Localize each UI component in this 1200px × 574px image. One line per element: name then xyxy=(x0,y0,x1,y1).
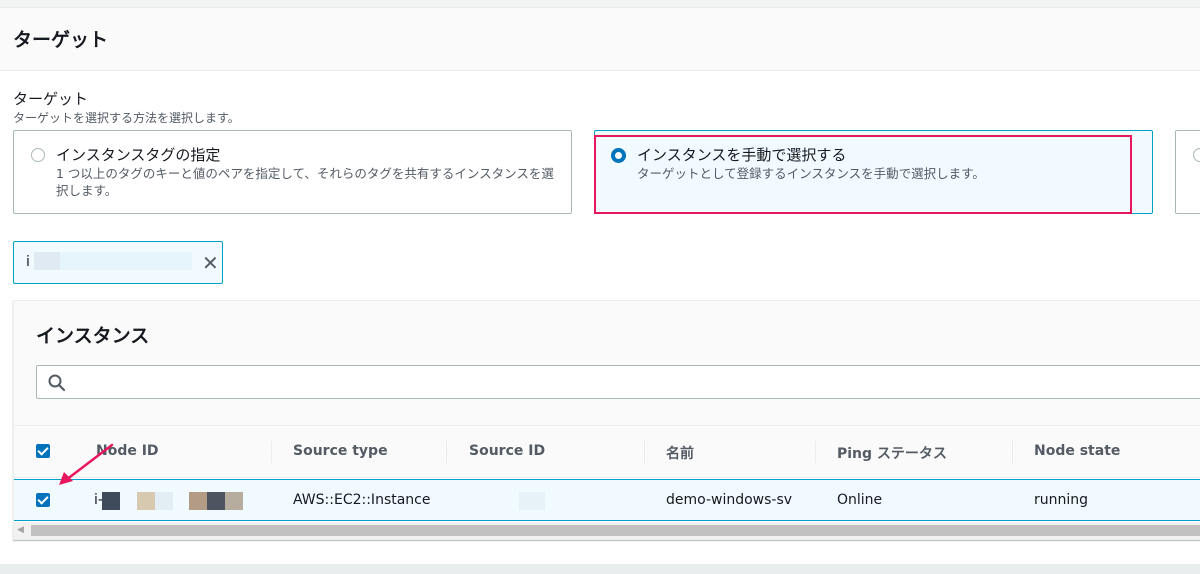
name-cell: demo-windows-sv xyxy=(666,492,793,508)
redacted-mask xyxy=(519,492,545,510)
highlight-annotation-box xyxy=(594,135,1132,214)
scrollbar-thumb[interactable] xyxy=(31,525,1200,536)
column-divider xyxy=(446,441,447,463)
search-input[interactable] xyxy=(36,365,1200,399)
select-all-checkbox[interactable] xyxy=(36,444,50,458)
redacted-mask xyxy=(189,492,207,510)
selected-instance-token: i ✕ xyxy=(13,241,223,284)
target-field-description: ターゲットを選択する方法を選択します。 xyxy=(13,111,240,125)
column-divider xyxy=(271,441,272,463)
horizontal-scrollbar[interactable]: ◀ xyxy=(14,522,1200,539)
column-ping-status[interactable]: Ping ステータス xyxy=(837,443,947,463)
close-icon[interactable]: ✕ xyxy=(202,251,219,275)
table-header: Node ID Source type Source ID 名前 Ping ステ… xyxy=(14,427,1200,478)
annotation-arrow-icon xyxy=(59,443,114,485)
column-divider xyxy=(815,441,816,463)
radio-specify-tags[interactable] xyxy=(31,148,45,162)
search-icon xyxy=(48,374,66,392)
column-node-state[interactable]: Node state xyxy=(1034,443,1120,459)
tile-description: 1 つ以上のタグのキーと値のペアを指定して、それらのタグを共有するインスタンスを… xyxy=(56,166,554,198)
instances-title: インスタンス xyxy=(36,325,150,347)
bottom-strip xyxy=(0,564,1200,574)
radio-third-option[interactable] xyxy=(1193,148,1200,162)
redacted-mask xyxy=(34,252,60,270)
instances-container: インスタンス Node ID Source type Source ID 名前 … xyxy=(13,300,1200,540)
target-field-label: ターゲット xyxy=(13,90,89,108)
tile-title: インスタンスタグの指定 xyxy=(56,146,221,164)
redacted-mask xyxy=(137,492,155,510)
top-strip xyxy=(0,0,1200,8)
token-prefix: i xyxy=(26,254,30,270)
redacted-mask xyxy=(155,492,173,510)
scroll-left-icon[interactable]: ◀ xyxy=(17,525,24,535)
node-state-cell: running xyxy=(1034,492,1089,508)
panel-header: ターゲット xyxy=(0,8,1200,71)
source-type-cell: AWS::EC2::Instance xyxy=(293,492,431,508)
column-source-type[interactable]: Source type xyxy=(293,443,388,459)
column-divider xyxy=(644,441,645,463)
panel-title: ターゲット xyxy=(13,29,109,51)
table-row[interactable]: i- AWS::EC2::Instance demo-windows-sv On… xyxy=(14,479,1200,521)
tile-third-option[interactable] xyxy=(1175,130,1200,214)
row-checkbox[interactable] xyxy=(36,493,50,507)
column-source-id[interactable]: Source ID xyxy=(469,443,545,459)
instances-header: インスタンス xyxy=(14,301,1200,426)
redacted-mask xyxy=(102,492,120,510)
column-name[interactable]: 名前 xyxy=(666,443,694,463)
redacted-mask xyxy=(207,492,225,510)
ping-status-cell: Online xyxy=(837,492,883,508)
column-divider xyxy=(1012,441,1013,463)
redacted-mask xyxy=(225,492,243,510)
tile-specify-tags[interactable]: インスタンスタグの指定 1 つ以上のタグのキーと値のペアを指定して、それらのタグ… xyxy=(13,130,572,214)
